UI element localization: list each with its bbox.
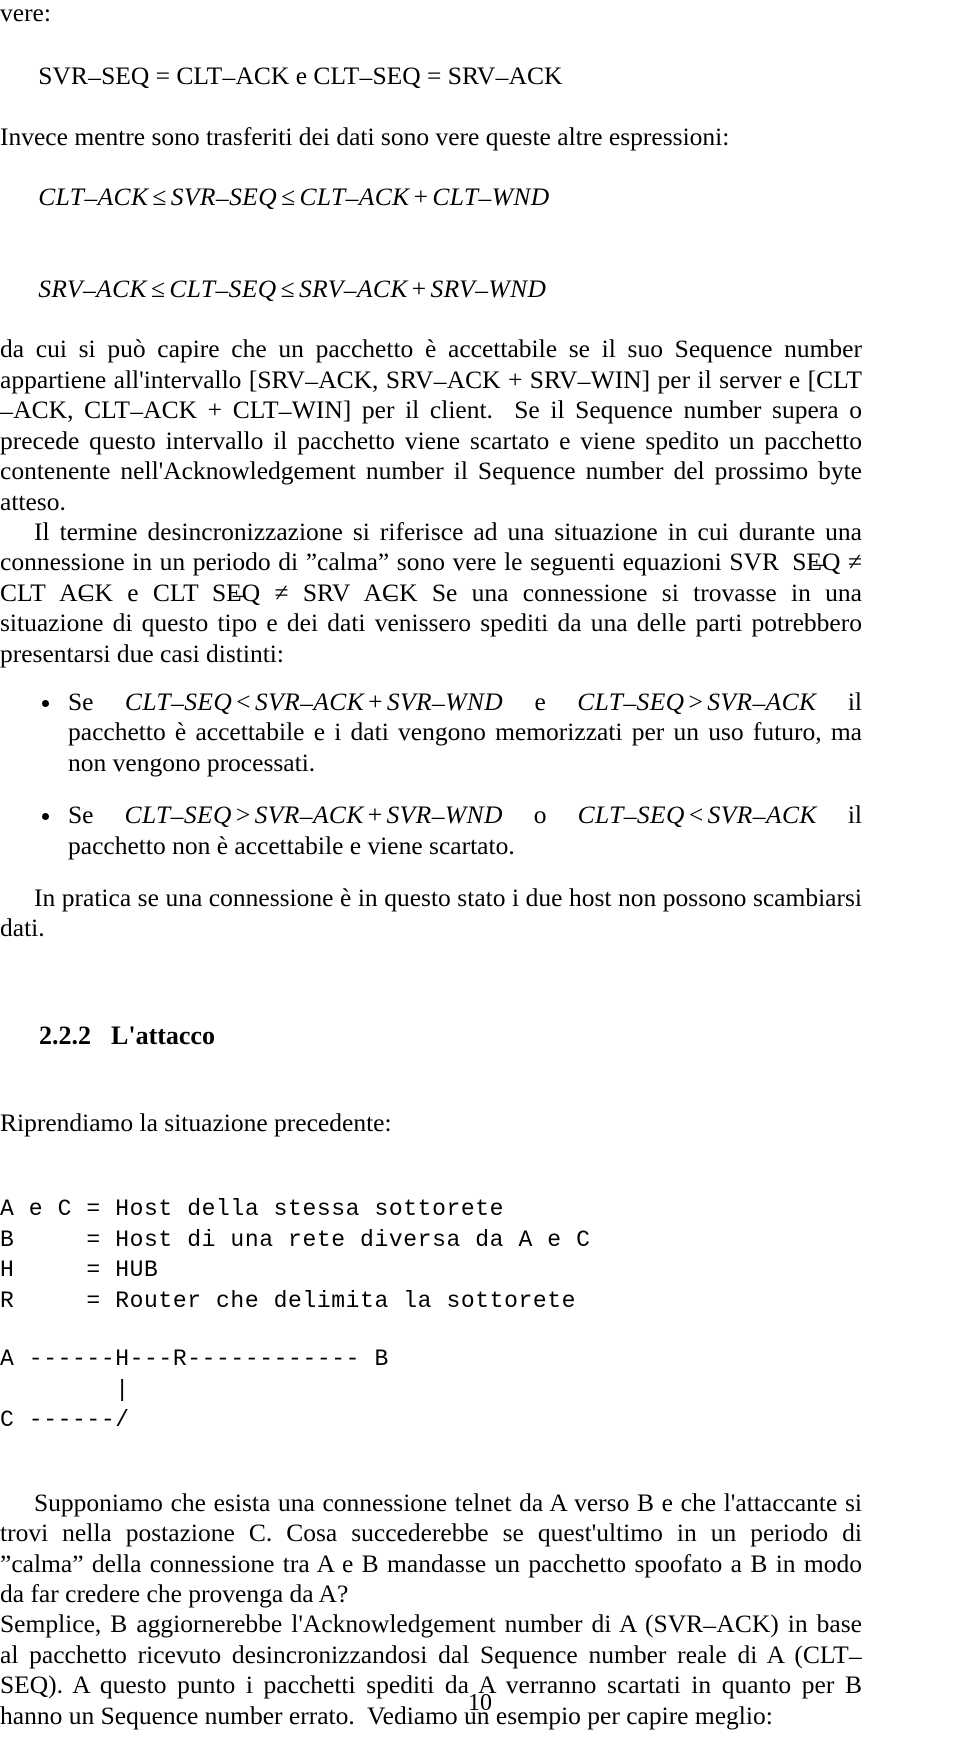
paragraph-accettabile: da cui si può capire che un pacchetto è … [0,334,863,516]
equality-line-text: SVR–SEQ = CLT–ACK e CLT–SEQ = SRV–ACK [38,60,563,92]
paragraph-supponiamo: Supponiamo che esista una connessione te… [0,1487,862,1608]
list-spacer-mid [0,778,862,788]
diagram-line: | [0,1376,130,1403]
document-page: vere: SVR–SEQ = CLT–ACK e CLT–SEQ = SRV–… [0,0,960,1738]
legend-line: B = Host di una rete diversa da A e C [0,1226,591,1253]
section-heading: 2.2.2 L'attacco [0,988,862,1084]
display-math-2-content: SRV–ACK ≤ CLT–SEQ ≤ SRV–ACK + SRV–WND [38,273,547,305]
section-number: 2.2.2 [39,1020,91,1050]
equality-line: SVR–SEQ = CLT–ACK e CLT–SEQ = SRV–ACK [0,30,862,121]
page-number: 10 [468,1690,492,1716]
legend-line: H = HUB [0,1257,159,1284]
diagram-line: A ------H---R------------ B [0,1346,389,1373]
paragraph-riprendiamo: Riprendiamo la situazione precedente: [0,1107,392,1137]
diagram-line: C ------/ [0,1407,130,1434]
list-item: Se CLT–SEQ < SVR–ACK + SVR–WND e CLT–SEQ > SVR… [0,687,862,778]
list-item: Se CLT–SEQ > SVR–ACK + SVR–WND o CLT–SEQ < SVR… [0,800,862,861]
section-title: L'attacco [111,1020,215,1050]
display-math-1: CLT–ACK ≤ SVR–SEQ ≤ CLT–ACK + CLT–WND [0,152,862,243]
bullet-1-math: Se CLT–SEQ < SVR–ACK + SVR–WND e CLT–SEQ > SVR… [68,686,817,718]
legend-code-block: A e C = Host della stessa sottorete B = … [0,1194,862,1316]
paragraph-in-pratica: In pratica se una connessione è in quest… [0,882,862,943]
display-math-1-content: CLT–ACK ≤ SVR–SEQ ≤ CLT–ACK + CLT–WND [38,182,550,213]
continuation-line: vere: [0,0,51,27]
bullet-dot-icon [42,813,49,821]
invece-line: Invece mentre sono trasferiti dei dati s… [0,121,730,151]
display-math-2: SRV–ACK ≤ CLT–SEQ ≤ SRV–ACK + SRV–WND [0,243,862,334]
bullet-dot-icon [42,700,49,708]
list-spacer-top [0,669,862,679]
legend-line: R = Router che delimita la sottorete [0,1287,577,1314]
legend-line: A e C = Host della stessa sottorete [0,1196,505,1223]
network-ascii-diagram: A ------H---R------------ B | C ------/ [0,1344,862,1436]
page-body: vere: SVR–SEQ = CLT–ACK e CLT–SEQ = SRV–… [0,0,862,1731]
bullet-2-math: Se CLT–SEQ > SVR–ACK + SVR–WND o CLT–SEQ < SVR… [68,800,817,831]
paragraph-desincronizzazione: Il termine desincronizzazione si riferis… [0,516,863,668]
